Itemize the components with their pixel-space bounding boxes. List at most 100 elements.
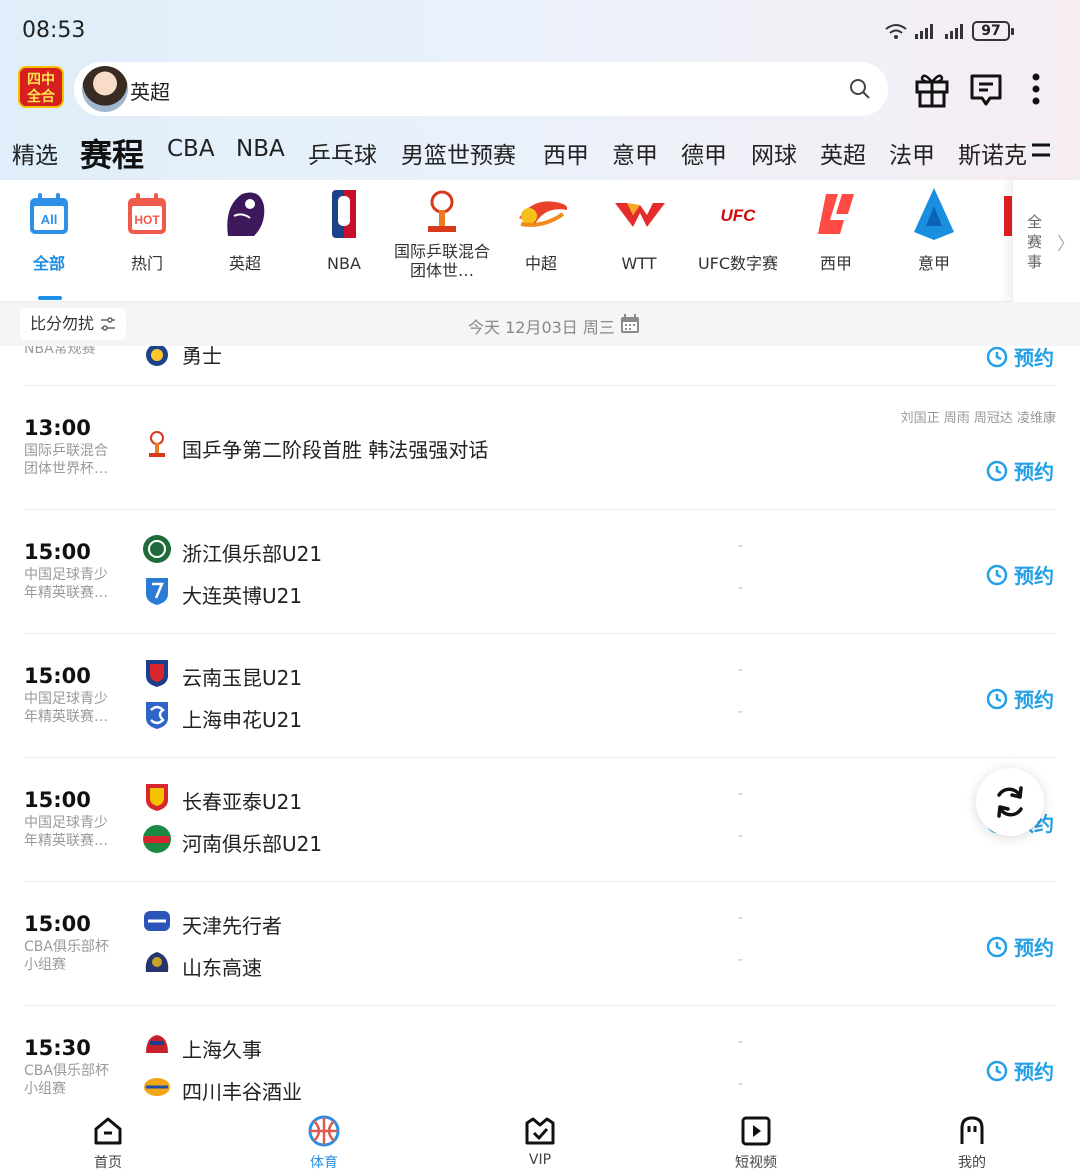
tab-tennis[interactable]: 网球 <box>751 136 797 170</box>
all-leagues-label: 全赛事 <box>1027 213 1043 271</box>
reserve-button[interactable]: 预约 <box>986 1056 1054 1085</box>
team-logo-home <box>142 782 172 812</box>
nba-icon <box>318 188 370 240</box>
tab-serie-a[interactable]: 意甲 <box>612 136 658 170</box>
all-leagues-button[interactable]: 全赛事 〉 <box>1012 180 1080 302</box>
bottom-nav-short-video[interactable]: 短视频 <box>716 1114 796 1172</box>
match-time: 15:00 <box>24 540 91 564</box>
app-logo[interactable]: 四中 全合 <box>18 66 64 108</box>
match-row[interactable]: 15:00 CBA俱乐部杯小组赛 天津先行者 山东高速 - - 预约 <box>0 882 1080 1006</box>
score-away: - <box>738 704 744 720</box>
tab-saicheng[interactable]: 赛程 <box>80 130 144 176</box>
bottom-nav: 首页 体育 VIP 短视频 我的 <box>0 1106 1080 1176</box>
tab-laliga[interactable]: 西甲 <box>543 136 589 170</box>
svg-text:UFC: UFC <box>721 206 757 225</box>
match-row[interactable]: 15:00 中国足球青少年精英联赛… 浙江俱乐部U21 大连英博U21 - - … <box>0 510 1080 634</box>
team-logo-home <box>142 906 172 936</box>
gift-icon[interactable] <box>914 70 950 108</box>
refresh-button[interactable] <box>976 768 1044 836</box>
match-competition: 中国足球青少年精英联赛… <box>24 567 108 601</box>
score-away: - <box>738 952 744 968</box>
clock-icon <box>986 688 1008 709</box>
league-csl[interactable]: 中超 <box>492 188 590 273</box>
match-row[interactable]: 15:30 CBA俱乐部杯小组赛 上海久事 四川丰谷酒业 - - 预约 <box>0 1006 1080 1106</box>
date-bar: 比分勿扰 今天 12月03日 周三 <box>0 302 1080 346</box>
league-label: 西甲 <box>819 254 852 273</box>
clock-icon <box>986 346 1008 367</box>
wifi-icon <box>885 24 907 39</box>
hot-calendar-icon: HOT <box>121 188 173 240</box>
tab-premier-league[interactable]: 英超 <box>820 136 866 170</box>
search-icon[interactable] <box>848 77 872 101</box>
team-name: 勇士 <box>182 346 222 368</box>
match-competition: 中国足球青少年精英联赛… <box>24 815 108 849</box>
reserve-button[interactable]: 预约 <box>986 346 1054 371</box>
league-label: 国际乒联混合团体世… <box>393 242 490 280</box>
team-name-home: 天津先行者 <box>182 914 282 938</box>
tab-mens-basketball-qualifier[interactable]: 男篮世预赛 <box>401 136 516 170</box>
team-name-home: 长春亚泰U21 <box>182 790 303 814</box>
bottom-nav-profile[interactable]: 我的 <box>932 1114 1012 1172</box>
team-name-away: 上海申花U21 <box>182 708 303 732</box>
search-input[interactable]: 英超 <box>130 76 170 105</box>
tab-cba[interactable]: CBA <box>167 136 215 162</box>
team-logo-away <box>142 1072 172 1102</box>
match-players: 刘国正 周雨 周冠达 凌维康 <box>900 411 1056 426</box>
premier-league-icon <box>219 188 271 240</box>
reserve-label: 预约 <box>1014 346 1054 370</box>
league-serie-a[interactable]: 意甲 <box>885 188 983 273</box>
league-nba[interactable]: NBA <box>295 188 393 273</box>
match-time: 15:00 <box>24 788 91 812</box>
wtt-icon <box>613 188 665 240</box>
more-icon[interactable] <box>1030 72 1042 106</box>
logo-text-bottom: 全合 <box>27 89 55 105</box>
bottom-nav-home[interactable]: 首页 <box>68 1114 148 1172</box>
bottom-nav-vip[interactable]: VIP <box>500 1114 580 1168</box>
menu-icon[interactable] <box>1028 140 1054 160</box>
league-ittf[interactable]: 国际乒联混合团体世… <box>392 188 492 280</box>
tab-ligue1[interactable]: 法甲 <box>889 136 935 170</box>
match-row[interactable]: 13:00 国际乒联混合团体世界杯… 国乒争第二阶段首胜 韩法强强对话 刘国正 … <box>0 386 1080 510</box>
calendar-icon[interactable] <box>620 313 640 335</box>
league-premier[interactable]: 英超 <box>196 188 294 273</box>
score-home: - <box>738 786 744 802</box>
status-bar: 08:53 97 <box>0 0 1080 62</box>
tab-jingxuan[interactable]: 精选 <box>12 136 58 170</box>
league-ufc[interactable]: UFC UFC数字赛 <box>688 188 788 273</box>
laliga-icon <box>810 188 862 240</box>
reserve-label: 预约 <box>1014 688 1054 712</box>
match-time: 15:30 <box>24 1036 91 1060</box>
league-label: NBA <box>327 254 361 273</box>
league-label: 中超 <box>524 254 557 273</box>
search-bar[interactable]: 英超 <box>74 62 888 116</box>
reserve-button[interactable]: 预约 <box>986 560 1054 589</box>
league-wtt[interactable]: WTT <box>590 188 688 273</box>
reserve-label: 预约 <box>1014 1060 1054 1084</box>
active-underline <box>38 296 62 300</box>
assistant-avatar[interactable] <box>82 66 128 112</box>
bottom-nav-label: 短视频 <box>735 1155 777 1171</box>
match-row-partial[interactable]: NBA常规赛 勇士 预约 <box>0 346 1080 386</box>
reserve-button[interactable]: 预约 <box>986 932 1054 961</box>
match-row[interactable]: 15:00 中国足球青少年精英联赛… 长春亚泰U21 河南俱乐部U21 - - … <box>0 758 1080 882</box>
match-time: 15:00 <box>24 912 91 936</box>
profile-icon <box>932 1114 1012 1148</box>
reserve-button[interactable]: 预约 <box>986 684 1054 713</box>
team-logo-away <box>142 576 172 606</box>
league-hot[interactable]: HOT 热门 <box>98 188 196 273</box>
tab-bundesliga[interactable]: 德甲 <box>681 136 727 170</box>
match-row[interactable]: 15:00 中国足球青少年精英联赛… 云南玉昆U21 上海申花U21 - - 预… <box>0 634 1080 758</box>
message-icon[interactable] <box>968 70 1004 108</box>
match-competition: 国际乒联混合团体世界杯… <box>24 443 108 477</box>
date-label: 今天 12月03日 周三 <box>468 318 615 337</box>
reserve-button[interactable]: 预约 <box>986 456 1054 485</box>
score-no-disturb-button[interactable]: 比分勿扰 <box>20 308 127 340</box>
tab-nba[interactable]: NBA <box>236 136 285 162</box>
league-laliga[interactable]: 西甲 <box>787 188 885 273</box>
tab-snooker[interactable]: 斯诺克 <box>958 136 1028 170</box>
score-away: - <box>738 1076 744 1092</box>
reserve-label: 预约 <box>1014 936 1054 960</box>
tab-pingpong[interactable]: 乒乓球 <box>308 136 377 170</box>
bottom-nav-sports[interactable]: 体育 <box>284 1114 364 1172</box>
league-all[interactable]: All 全部 <box>0 188 98 273</box>
